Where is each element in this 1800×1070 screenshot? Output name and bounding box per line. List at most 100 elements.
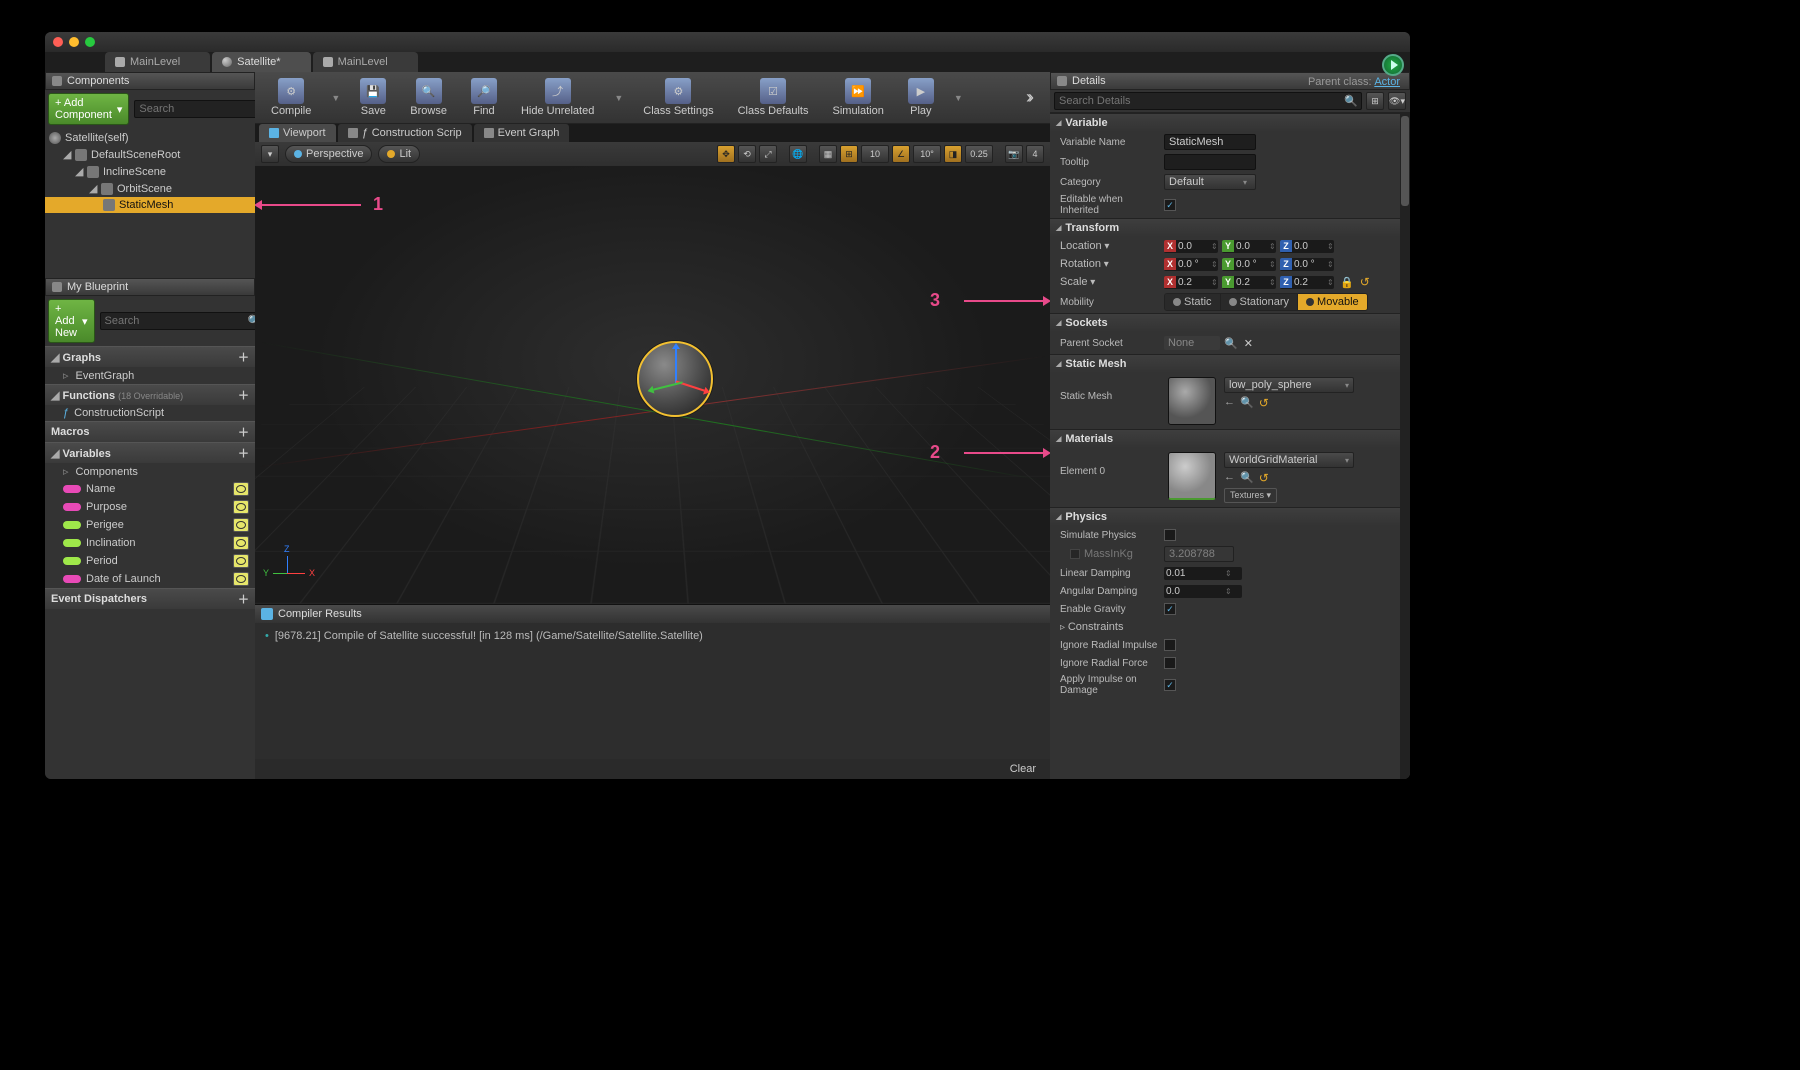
tree-item-inclinescene[interactable]: ◢ InclineScene — [45, 163, 255, 180]
constraints-label[interactable]: ▹ Constraints — [1056, 621, 1160, 633]
variable-section-header[interactable]: Variable — [1050, 114, 1410, 132]
material-reset-icon[interactable]: ↺ — [1259, 471, 1269, 485]
viewport-menu-button[interactable]: ▾ — [261, 145, 279, 163]
var-item-period[interactable]: Period — [45, 552, 255, 570]
hide-unrelated-dropdown-icon[interactable]: ▼ — [614, 93, 623, 103]
scale-y-input[interactable]: Y⇕ — [1222, 276, 1276, 289]
camera-speed-icon[interactable]: 📷 — [1005, 145, 1023, 163]
details-scrollbar[interactable] — [1400, 113, 1410, 779]
transform-section-header[interactable]: Transform — [1050, 219, 1410, 237]
var-visibility-toggle[interactable] — [233, 500, 249, 514]
subtab-viewport[interactable]: Viewport — [259, 124, 336, 142]
browse-button[interactable]: 🔍 Browse — [406, 76, 451, 119]
var-item-perigee[interactable]: Perigee — [45, 516, 255, 534]
surface-snap-button[interactable]: ▦ — [819, 145, 837, 163]
static-mesh-section-header[interactable]: Static Mesh — [1050, 355, 1410, 373]
var-visibility-toggle[interactable] — [233, 518, 249, 532]
var-visibility-toggle[interactable] — [233, 536, 249, 550]
find-button[interactable]: 🔎 Find — [467, 76, 501, 119]
play-dropdown-icon[interactable]: ▼ — [954, 93, 963, 103]
functions-section-header[interactable]: ◢ Functions (18 Overridable) ＋ — [45, 384, 255, 405]
scrollbar-thumb[interactable] — [1401, 116, 1409, 206]
add-graph-button[interactable]: ＋ — [238, 349, 249, 365]
details-view-options-button[interactable]: 👁▾ — [1388, 92, 1406, 110]
scale-z-input[interactable]: Z⇕ — [1280, 276, 1334, 289]
coord-system-button[interactable]: 🌐 — [789, 145, 807, 163]
tree-item-defaultsceneroot[interactable]: ◢ DefaultSceneRoot — [45, 146, 255, 163]
variables-section-header[interactable]: ◢ Variables ＋ — [45, 442, 255, 463]
category-dropdown[interactable]: Default — [1164, 174, 1256, 190]
var-item-inclination[interactable]: Inclination — [45, 534, 255, 552]
gizmo-y-axis[interactable] — [653, 382, 683, 391]
scale-lock-icon[interactable]: 🔒 — [1338, 276, 1356, 289]
bp-item-constructionscript[interactable]: ƒ ConstructionScript — [45, 405, 255, 421]
details-search-input[interactable] — [1054, 92, 1362, 110]
compile-dropdown-icon[interactable]: ▼ — [331, 93, 340, 103]
window-minimize-button[interactable] — [69, 37, 79, 47]
physics-section-header[interactable]: Physics — [1050, 508, 1410, 526]
materials-section-header[interactable]: Materials — [1050, 430, 1410, 448]
var-item-name[interactable]: Name — [45, 480, 255, 498]
simulation-button[interactable]: ⏩ Simulation — [829, 76, 888, 119]
class-settings-button[interactable]: ⚙ Class Settings — [639, 76, 717, 119]
tree-item-orbitscene[interactable]: ◢ OrbitScene — [45, 180, 255, 197]
macros-section-header[interactable]: Macros ＋ — [45, 421, 255, 442]
apply-impulse-checkbox[interactable] — [1164, 679, 1176, 691]
location-x-input[interactable]: X⇕ — [1164, 240, 1218, 253]
expand-icon[interactable]: ◢ — [75, 165, 83, 178]
projection-mode-button[interactable]: Perspective — [285, 145, 372, 163]
variable-name-field[interactable] — [1164, 134, 1256, 150]
asset-browse-icon[interactable]: 🔍 — [1240, 396, 1254, 410]
subtab-construction-script[interactable]: ƒ Construction Scrip — [338, 124, 472, 142]
linear-damping-input[interactable]: ⇕ — [1164, 567, 1242, 580]
components-panel-header[interactable]: Components — [45, 72, 255, 90]
window-titlebar[interactable] — [45, 32, 1410, 52]
rotation-snap-value[interactable]: 10° — [913, 145, 941, 163]
clear-button[interactable]: Clear — [255, 759, 1050, 779]
property-matrix-button[interactable]: ⊞ — [1366, 92, 1384, 110]
camera-speed-value[interactable]: 4 — [1026, 145, 1044, 163]
add-function-button[interactable]: ＋ — [238, 387, 249, 403]
toolbar-overflow-button[interactable]: ›› — [1026, 87, 1038, 108]
selected-sphere-mesh[interactable] — [637, 341, 713, 417]
mobility-movable-button[interactable]: Movable — [1298, 294, 1367, 310]
bp-item-eventgraph[interactable]: EventGraph — [45, 367, 255, 384]
location-z-input[interactable]: Z⇕ — [1280, 240, 1334, 253]
tab-satellite[interactable]: Satellite* — [212, 52, 310, 72]
window-close-button[interactable] — [53, 37, 63, 47]
asset-use-selected-icon[interactable]: ← — [1224, 396, 1235, 410]
compiler-results-header[interactable]: Compiler Results — [255, 605, 1050, 623]
socket-clear-icon[interactable]: ✕ — [1244, 337, 1253, 350]
var-visibility-toggle[interactable] — [233, 572, 249, 586]
view-mode-button[interactable]: Lit — [378, 145, 420, 163]
material-use-selected-icon[interactable]: ← — [1224, 471, 1235, 485]
expand-icon[interactable]: ◢ — [63, 148, 71, 161]
scale-mode-button[interactable]: ⤢ — [759, 145, 777, 163]
add-variable-button[interactable]: ＋ — [238, 445, 249, 461]
ignore-radial-force-checkbox[interactable] — [1164, 657, 1176, 669]
hide-unrelated-button[interactable]: ⤴ Hide Unrelated — [517, 76, 598, 119]
grid-snap-toggle[interactable]: ⊞ — [840, 145, 858, 163]
tooltip-field[interactable] — [1164, 154, 1256, 170]
scale-snap-value[interactable]: 0.25 — [965, 145, 993, 163]
static-mesh-thumbnail[interactable] — [1168, 377, 1216, 425]
sockets-section-header[interactable]: Sockets — [1050, 314, 1410, 332]
add-new-button[interactable]: + Add New — [48, 299, 95, 343]
bp-item-components[interactable]: Components — [45, 463, 255, 480]
scale-snap-toggle[interactable]: ◨ — [944, 145, 962, 163]
class-defaults-button[interactable]: ☑ Class Defaults — [734, 76, 813, 119]
angular-damping-input[interactable]: ⇕ — [1164, 585, 1242, 598]
viewport-3d[interactable]: 1 3 2 — [255, 166, 1050, 604]
simulate-physics-checkbox[interactable] — [1164, 529, 1176, 541]
var-item-dateoflaunch[interactable]: Date of Launch — [45, 570, 255, 588]
mobility-static-button[interactable]: Static — [1165, 294, 1221, 310]
editable-inherited-checkbox[interactable] — [1164, 199, 1176, 211]
grid-snap-value[interactable]: 10 — [861, 145, 889, 163]
parent-socket-field[interactable]: None — [1164, 336, 1220, 350]
tab-mainlevel-1[interactable]: MainLevel — [105, 52, 210, 72]
material-asset-dropdown[interactable]: WorldGridMaterial — [1224, 452, 1354, 468]
tab-mainlevel-2[interactable]: MainLevel — [313, 52, 418, 72]
subtab-event-graph[interactable]: Event Graph — [474, 124, 570, 142]
rotation-y-input[interactable]: Y⇕ — [1222, 258, 1276, 271]
compile-button[interactable]: ⚙ Compile — [267, 76, 315, 119]
